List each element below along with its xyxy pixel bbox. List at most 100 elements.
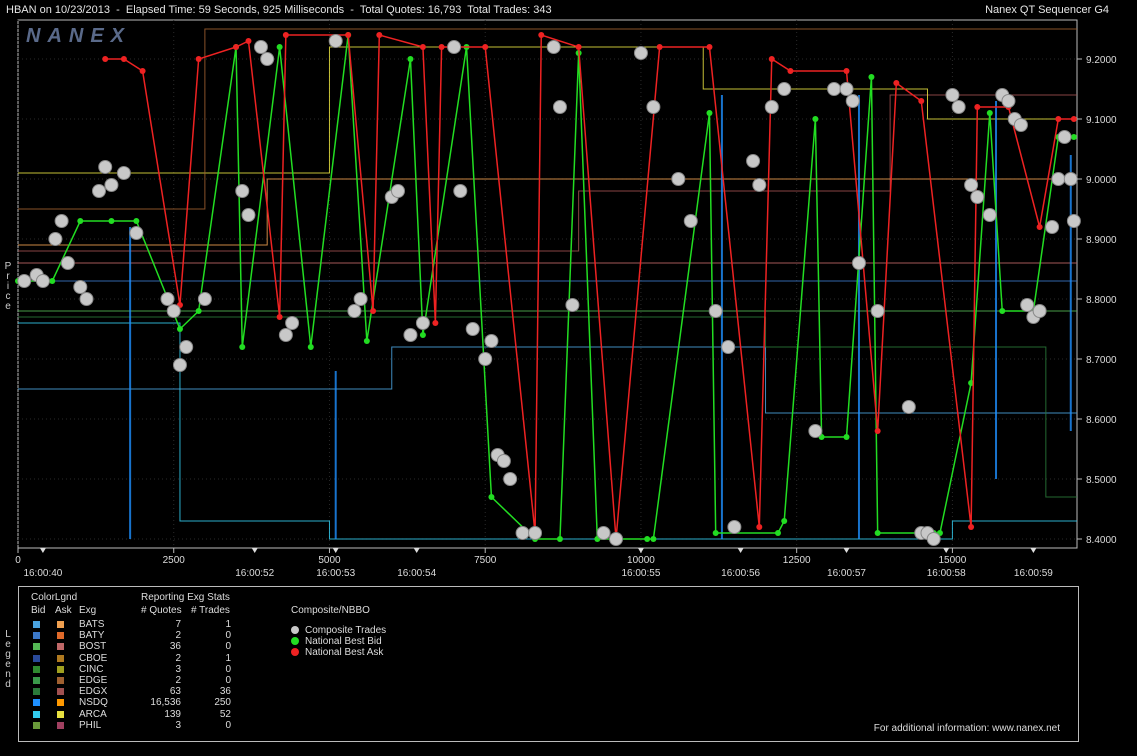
trade-point bbox=[1013, 118, 1028, 132]
ask-swatch bbox=[57, 621, 64, 628]
bid-swatch bbox=[33, 721, 40, 729]
ask-point bbox=[706, 44, 713, 50]
exchange-name: CBOE bbox=[79, 652, 108, 664]
time-tick-label: 16:00:52 bbox=[235, 568, 274, 579]
y-axis-title: Price bbox=[4, 261, 12, 312]
bid-swatch bbox=[33, 699, 40, 707]
ask-swatch bbox=[57, 632, 64, 640]
trade-point bbox=[285, 316, 300, 330]
time-tick-label: 16:00:57 bbox=[827, 568, 866, 579]
trade-point bbox=[746, 154, 761, 168]
y-tick-label: 8.8000 bbox=[1086, 295, 1117, 306]
exchange-name: ARCA bbox=[79, 708, 107, 720]
trade-point bbox=[970, 190, 985, 204]
trade-point bbox=[241, 208, 256, 222]
bid-point bbox=[556, 536, 563, 542]
y-tick-label: 8.7000 bbox=[1086, 355, 1117, 366]
quote-count: 2 bbox=[175, 630, 181, 642]
trade-point bbox=[235, 184, 250, 198]
trade-point bbox=[60, 256, 75, 270]
exchange-name: BOST bbox=[79, 641, 107, 653]
y-tick-label: 8.4000 bbox=[1086, 535, 1117, 546]
trade-point bbox=[982, 208, 997, 222]
trade-point bbox=[453, 184, 468, 198]
bid-point bbox=[407, 56, 414, 62]
trade-point bbox=[353, 292, 368, 306]
ask-point bbox=[843, 68, 850, 74]
colorlgnd-title: ColorLgnd bbox=[31, 592, 78, 603]
footer-link-text: For additional information: www.nanex.ne… bbox=[873, 723, 1060, 734]
trade-count: 0 bbox=[225, 663, 231, 675]
trade-point bbox=[870, 304, 885, 318]
composite-marker-icon bbox=[291, 648, 299, 657]
bid-swatch bbox=[33, 654, 40, 662]
ask-point bbox=[538, 32, 545, 38]
ask-swatch bbox=[57, 699, 64, 707]
composite-label: Composite Trades bbox=[305, 625, 387, 636]
trade-point bbox=[116, 166, 131, 180]
bid-point bbox=[49, 278, 56, 284]
ask-point bbox=[768, 56, 775, 62]
trade-point bbox=[1066, 214, 1081, 228]
trade-point bbox=[278, 328, 293, 342]
trade-point bbox=[465, 322, 480, 336]
trade-point bbox=[104, 178, 119, 192]
ask-point bbox=[376, 32, 383, 38]
ask-swatch bbox=[57, 665, 64, 673]
bid-point bbox=[774, 530, 781, 536]
trade-point bbox=[808, 424, 823, 438]
ask-point bbox=[195, 56, 202, 62]
trade-point bbox=[447, 40, 462, 54]
trade-point bbox=[179, 340, 194, 354]
trade-count: 0 bbox=[225, 641, 231, 653]
trade-point bbox=[166, 304, 181, 318]
x-tick-label: 2500 bbox=[163, 555, 186, 566]
ask-point bbox=[139, 68, 146, 74]
composite-label: National Best Bid bbox=[305, 636, 382, 648]
exchange-name: EDGE bbox=[79, 675, 108, 686]
x-tick-label: 15000 bbox=[939, 555, 967, 566]
bid-col-header: Bid bbox=[31, 605, 46, 616]
trade-point bbox=[851, 256, 866, 270]
trade-point bbox=[1032, 304, 1047, 318]
y-tick-label: 9.2000 bbox=[1086, 55, 1117, 66]
trade-point bbox=[73, 280, 88, 294]
bid-point bbox=[488, 494, 495, 500]
ask-point bbox=[282, 32, 289, 38]
quote-count: 7 bbox=[175, 619, 181, 630]
trade-point bbox=[552, 100, 567, 114]
trade-point bbox=[478, 352, 493, 366]
bid-point bbox=[1070, 134, 1077, 140]
ask-point bbox=[918, 98, 925, 104]
bid-point bbox=[868, 74, 875, 80]
trade-point bbox=[415, 316, 430, 330]
y-tick-label: 8.6000 bbox=[1086, 415, 1117, 426]
time-tick-label: 16:00:55 bbox=[621, 568, 660, 579]
trade-point bbox=[515, 526, 530, 540]
bid-point bbox=[986, 110, 993, 116]
ask-point bbox=[482, 44, 489, 50]
bid-point bbox=[843, 434, 850, 440]
bid-point bbox=[176, 326, 183, 332]
trade-point bbox=[403, 328, 418, 342]
composite-marker-icon bbox=[291, 626, 299, 634]
ask-point bbox=[787, 68, 794, 74]
trade-point bbox=[79, 292, 94, 306]
x-tick-label: 12500 bbox=[783, 555, 811, 566]
quote-count: 139 bbox=[164, 708, 181, 720]
time-tick-label: 16:00:40 bbox=[23, 568, 62, 579]
ask-point bbox=[874, 428, 881, 434]
trade-point bbox=[528, 526, 543, 540]
trade-point bbox=[708, 304, 723, 318]
trade-count: 1 bbox=[225, 619, 231, 630]
y-tick-label: 8.5000 bbox=[1086, 475, 1117, 486]
trade-point bbox=[764, 100, 779, 114]
bid-swatch bbox=[33, 688, 40, 696]
x-axis: 0 2500 5000 7500 10000 12500 15000 16:00:40 16:0… bbox=[15, 548, 1053, 579]
bid-point bbox=[644, 536, 651, 542]
ask-point bbox=[893, 80, 900, 86]
ask-point bbox=[419, 44, 426, 50]
bid-point bbox=[195, 308, 202, 314]
bid-swatch bbox=[33, 621, 40, 628]
composite-title: Composite/NBBO bbox=[291, 605, 370, 616]
